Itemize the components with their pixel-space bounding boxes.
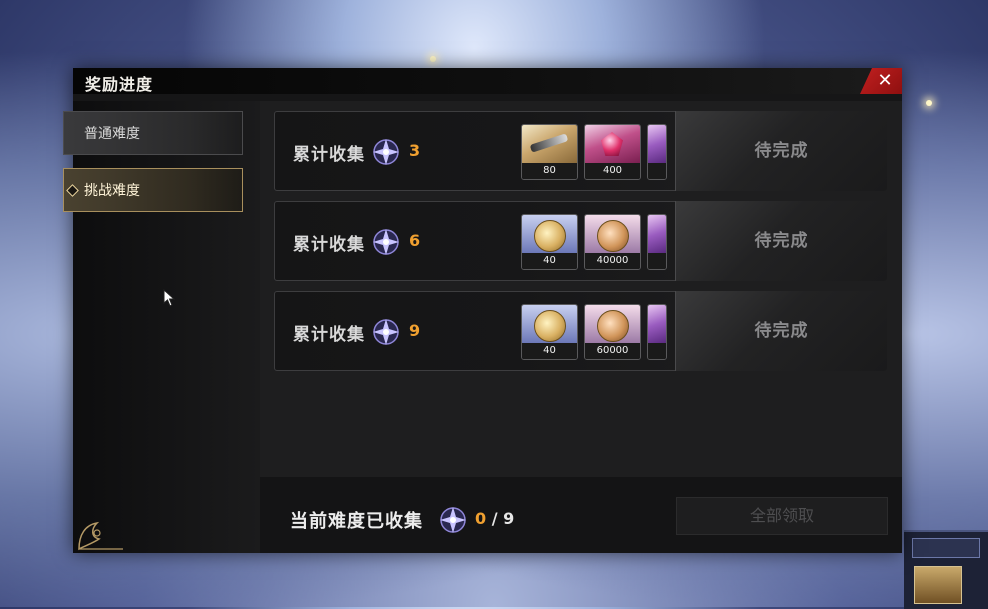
gem-icon <box>585 125 640 163</box>
background-tab <box>912 538 980 558</box>
purple-item-icon <box>648 305 666 343</box>
pending-status-button[interactable]: 待完成 <box>675 291 887 371</box>
star-crystal-icon <box>373 139 399 165</box>
reward-item-gold-coin[interactable]: 40 <box>521 304 578 360</box>
progress-separator: / <box>491 509 498 528</box>
background-side-widget <box>904 530 988 609</box>
reward-item-gold-coin[interactable]: 40 <box>521 214 578 270</box>
sidebar-item-normal-difficulty[interactable]: 普通难度 <box>63 111 243 155</box>
item-quantity <box>648 343 666 359</box>
item-quantity: 40 <box>522 253 577 269</box>
reward-row: 累计收集 6 40 40000 待完成 <box>274 201 887 281</box>
row-label: 累计收集 <box>293 145 365 165</box>
star-crystal-icon <box>373 319 399 345</box>
dialog-title: 奖励进度 <box>85 75 154 94</box>
item-quantity <box>648 253 666 269</box>
reward-item-purple[interactable] <box>647 124 667 180</box>
pending-status-button[interactable]: 待完成 <box>675 111 887 191</box>
sword-icon <box>522 125 577 163</box>
reward-progress-dialog: 奖励进度 ✕ 普通难度 挑战难度 累计收集 3 80 400 待完成 累计收集 … <box>63 68 902 553</box>
item-quantity: 400 <box>585 163 640 179</box>
progress-current: 0 <box>475 509 487 528</box>
gold-coin-icon <box>522 305 577 343</box>
collection-progress: 0 / 9 <box>475 509 514 528</box>
close-button[interactable]: ✕ <box>860 68 902 94</box>
pending-status-button[interactable]: 待完成 <box>675 201 887 281</box>
row-required-count: 3 <box>409 141 421 160</box>
row-required-count: 6 <box>409 231 421 250</box>
collected-label: 当前难度已收集 <box>290 511 423 532</box>
star-crystal-icon <box>440 507 466 533</box>
ruby-shape <box>601 132 623 156</box>
claim-all-button[interactable]: 全部领取 <box>676 497 888 535</box>
row-label: 累计收集 <box>293 235 365 255</box>
corner-ornament-icon <box>78 521 123 551</box>
reward-item-purple[interactable] <box>647 304 667 360</box>
star-crystal-icon <box>373 229 399 255</box>
purple-item-icon <box>648 215 666 253</box>
reward-list-area: 累计收集 3 80 400 待完成 累计收集 6 40 40000 待完成 累计… <box>260 101 902 553</box>
reward-item-gem[interactable]: 400 <box>584 124 641 180</box>
coin-shape <box>534 310 566 342</box>
reward-item-sword[interactable]: 80 <box>521 124 578 180</box>
blade-shape <box>529 133 569 153</box>
reward-item-copper-coin[interactable]: 60000 <box>584 304 641 360</box>
difficulty-sidebar: 普通难度 挑战难度 <box>63 101 260 553</box>
background-thumbnail <box>914 566 962 604</box>
sidebar-item-label: 普通难度 <box>84 126 140 142</box>
item-quantity: 40 <box>522 343 577 359</box>
reward-item-purple[interactable] <box>647 214 667 270</box>
copper-coin-icon <box>585 305 640 343</box>
purple-item-icon <box>648 125 666 163</box>
item-quantity: 60000 <box>585 343 640 359</box>
reward-row: 累计收集 3 80 400 待完成 <box>274 111 887 191</box>
item-quantity <box>648 163 666 179</box>
collection-footer: 当前难度已收集 0 / 9 全部领取 <box>260 477 902 553</box>
mouse-cursor-icon <box>163 289 176 307</box>
coin-shape <box>597 220 629 252</box>
progress-total: 9 <box>503 509 515 528</box>
dialog-titlebar: 奖励进度 ✕ <box>73 68 902 94</box>
row-label: 累计收集 <box>293 325 365 345</box>
reward-item-copper-coin[interactable]: 40000 <box>584 214 641 270</box>
sidebar-item-label: 挑战难度 <box>84 183 140 199</box>
copper-coin-icon <box>585 215 640 253</box>
coin-shape <box>534 220 566 252</box>
background-sparkle <box>926 100 932 106</box>
coin-shape <box>597 310 629 342</box>
selected-diamond-icon <box>66 184 79 197</box>
gold-coin-icon <box>522 215 577 253</box>
row-required-count: 9 <box>409 321 421 340</box>
item-quantity: 80 <box>522 163 577 179</box>
sidebar-item-challenge-difficulty[interactable]: 挑战难度 <box>63 168 243 212</box>
background-sparkle <box>430 56 436 62</box>
item-quantity: 40000 <box>585 253 640 269</box>
reward-row: 累计收集 9 40 60000 待完成 <box>274 291 887 371</box>
